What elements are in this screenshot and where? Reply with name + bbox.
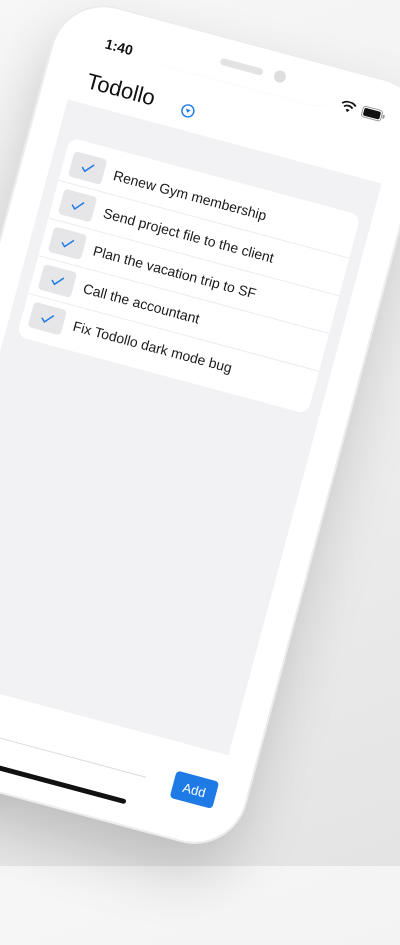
checkmark-icon — [41, 315, 55, 324]
phone-screen: 1:40 Todollo Renew Gym membership Send p… — [0, 10, 400, 839]
task-checkbox[interactable] — [47, 226, 88, 261]
status-time: 1:40 — [103, 35, 135, 59]
checkmark-icon — [61, 239, 75, 248]
page-title: Todollo — [84, 68, 158, 111]
checkmark-icon — [81, 164, 95, 173]
task-checkbox[interactable] — [27, 301, 68, 336]
speaker-grille — [218, 57, 264, 76]
front-camera — [272, 69, 287, 84]
add-button[interactable]: Add — [169, 770, 220, 809]
task-card: Renew Gym membership Send project file t… — [16, 137, 361, 415]
task-checkbox[interactable] — [67, 150, 108, 185]
task-checkbox[interactable] — [57, 188, 98, 223]
task-checkbox[interactable] — [37, 263, 78, 298]
device-stage: 1:40 Todollo Renew Gym membership Send p… — [0, 0, 400, 945]
checkmark-icon — [71, 202, 85, 211]
status-icons — [339, 99, 387, 122]
battery-icon — [360, 105, 386, 123]
wifi-icon — [339, 99, 358, 115]
phone-frame: 1:40 Todollo Renew Gym membership Send p… — [0, 0, 400, 856]
dropdown-circle-icon[interactable] — [178, 102, 196, 124]
task-list-area: Renew Gym membership Send project file t… — [0, 99, 382, 756]
checkmark-icon — [51, 277, 65, 286]
